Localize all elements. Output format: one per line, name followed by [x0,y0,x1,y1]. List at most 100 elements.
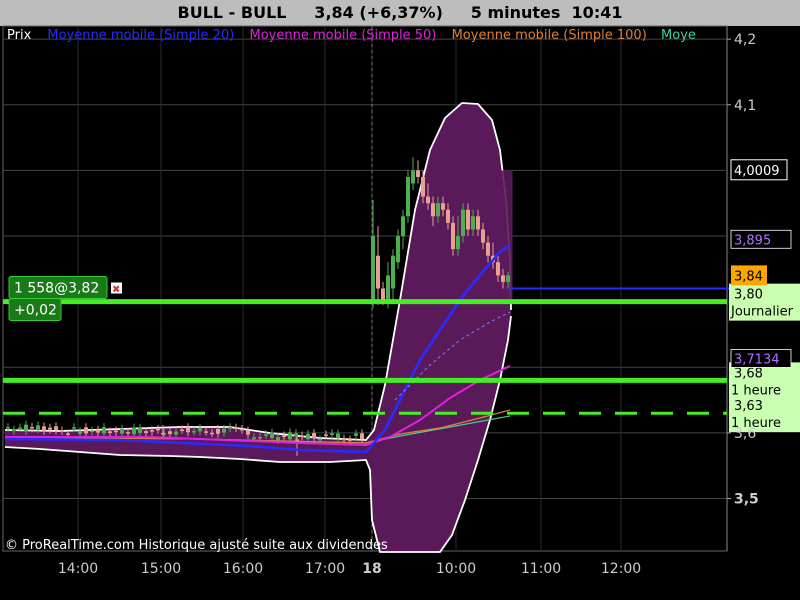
candle-body [446,209,450,223]
candle-body [360,433,364,439]
candle-body [198,428,202,432]
candle-body [48,427,52,430]
price-marker: 4,0009 [734,164,780,179]
candle-body [348,439,352,441]
candle-body [156,428,160,431]
candle-body [102,427,106,434]
y-tick-label: 4,2 [734,32,756,48]
level-timeframe: Journalier [730,305,794,320]
candle-body [24,424,28,431]
candle-body [258,436,262,439]
candle-body [174,431,178,435]
candle-body [96,429,100,433]
candle-body [90,430,94,433]
candle-body [30,426,34,429]
footer-text: © ProRealTime.com Historique ajusté suit… [5,538,388,553]
candle-body [204,431,208,433]
candle-body [416,170,420,177]
candle-body [240,428,244,431]
candle-body [300,435,304,437]
legend-item: Prix [7,28,32,43]
candle-body [42,426,46,431]
candle-body [481,229,485,243]
level-value: 3,68 [734,366,763,381]
candle-body [421,176,425,197]
level-value: 3,63 [734,399,763,414]
candle-body [132,427,136,435]
candle-body [150,430,154,432]
candle-body [486,242,490,256]
candle-body [401,216,405,236]
candle-body [354,433,358,436]
candle-body [18,427,22,430]
candle-body [210,432,214,435]
position-order-label: 1 558@3,82 [14,281,99,297]
candle-body [161,432,165,435]
candle-body [36,425,40,430]
x-tick-label: 17:00 [305,561,345,577]
candle-body [234,427,238,430]
legend-item: Moyenne mobile (Simple 50) [250,28,437,43]
candle-body [496,262,500,276]
candle-body [426,196,430,204]
candle-body [228,427,232,429]
candle-body [431,203,435,217]
candle-body [441,203,445,210]
candle-body [342,438,346,441]
candle-body [451,222,455,250]
candle-body [330,433,334,435]
candle-body [376,255,380,289]
candle-body [436,203,440,217]
candle-body [126,432,130,434]
x-tick-label: 10:00 [436,561,476,577]
candle-body [246,430,250,435]
candle-body [192,430,196,433]
price-chart[interactable]: 14:00 15:00 16:00 17:00 18 10:00 11:00 12:00 3,8… [0,0,800,600]
candle-body [138,427,142,433]
candle-body [371,236,375,302]
candle-body [501,275,505,282]
candle-body [336,433,340,439]
candle-body [294,433,298,437]
level-value: 3,80 [734,288,763,303]
y-tick-label: 3,6 [734,426,756,442]
candle-body [72,427,76,429]
x-tick-label: 11:00 [521,561,561,577]
candle-body [54,426,58,431]
x-tick-label: 16:00 [223,561,263,577]
candle-body [306,433,310,440]
candle-body [114,430,118,433]
y-tick-label: 3,5 [734,492,759,508]
x-tick-label: 15:00 [141,561,181,577]
candle-body [60,430,64,432]
price-marker: 3,895 [734,233,771,248]
candle-body [144,431,148,433]
legend-item: Moyenne mobile (Simple 100) [452,28,647,43]
candle-body [264,434,268,436]
candle-body [108,431,112,434]
y-tick-label: 4,1 [734,98,756,114]
candle-body [66,433,70,435]
candle-body [476,216,480,230]
candle-body [270,432,274,438]
candle-body [406,176,410,217]
position-pnl: +0,02 [14,303,57,319]
candle-body [84,427,88,434]
candle-body [282,435,286,437]
candle-body [78,431,82,434]
last-price: 3,84 [734,269,763,284]
candle-body [411,170,415,184]
candle-body [391,255,395,289]
candle-body [252,437,256,439]
legend-item: Moyenne mobile (Simple 20) [47,28,234,43]
close-icon: ✖ [112,285,120,296]
x-tick-label: 18 [362,561,381,577]
candle-body [180,429,184,431]
candle-body [461,209,465,236]
candle-body [396,236,400,263]
candle-body [471,216,475,230]
candle-body [168,431,172,435]
candle-body [466,209,470,230]
candle-body [120,428,124,434]
legend-item: Moye [661,28,696,43]
